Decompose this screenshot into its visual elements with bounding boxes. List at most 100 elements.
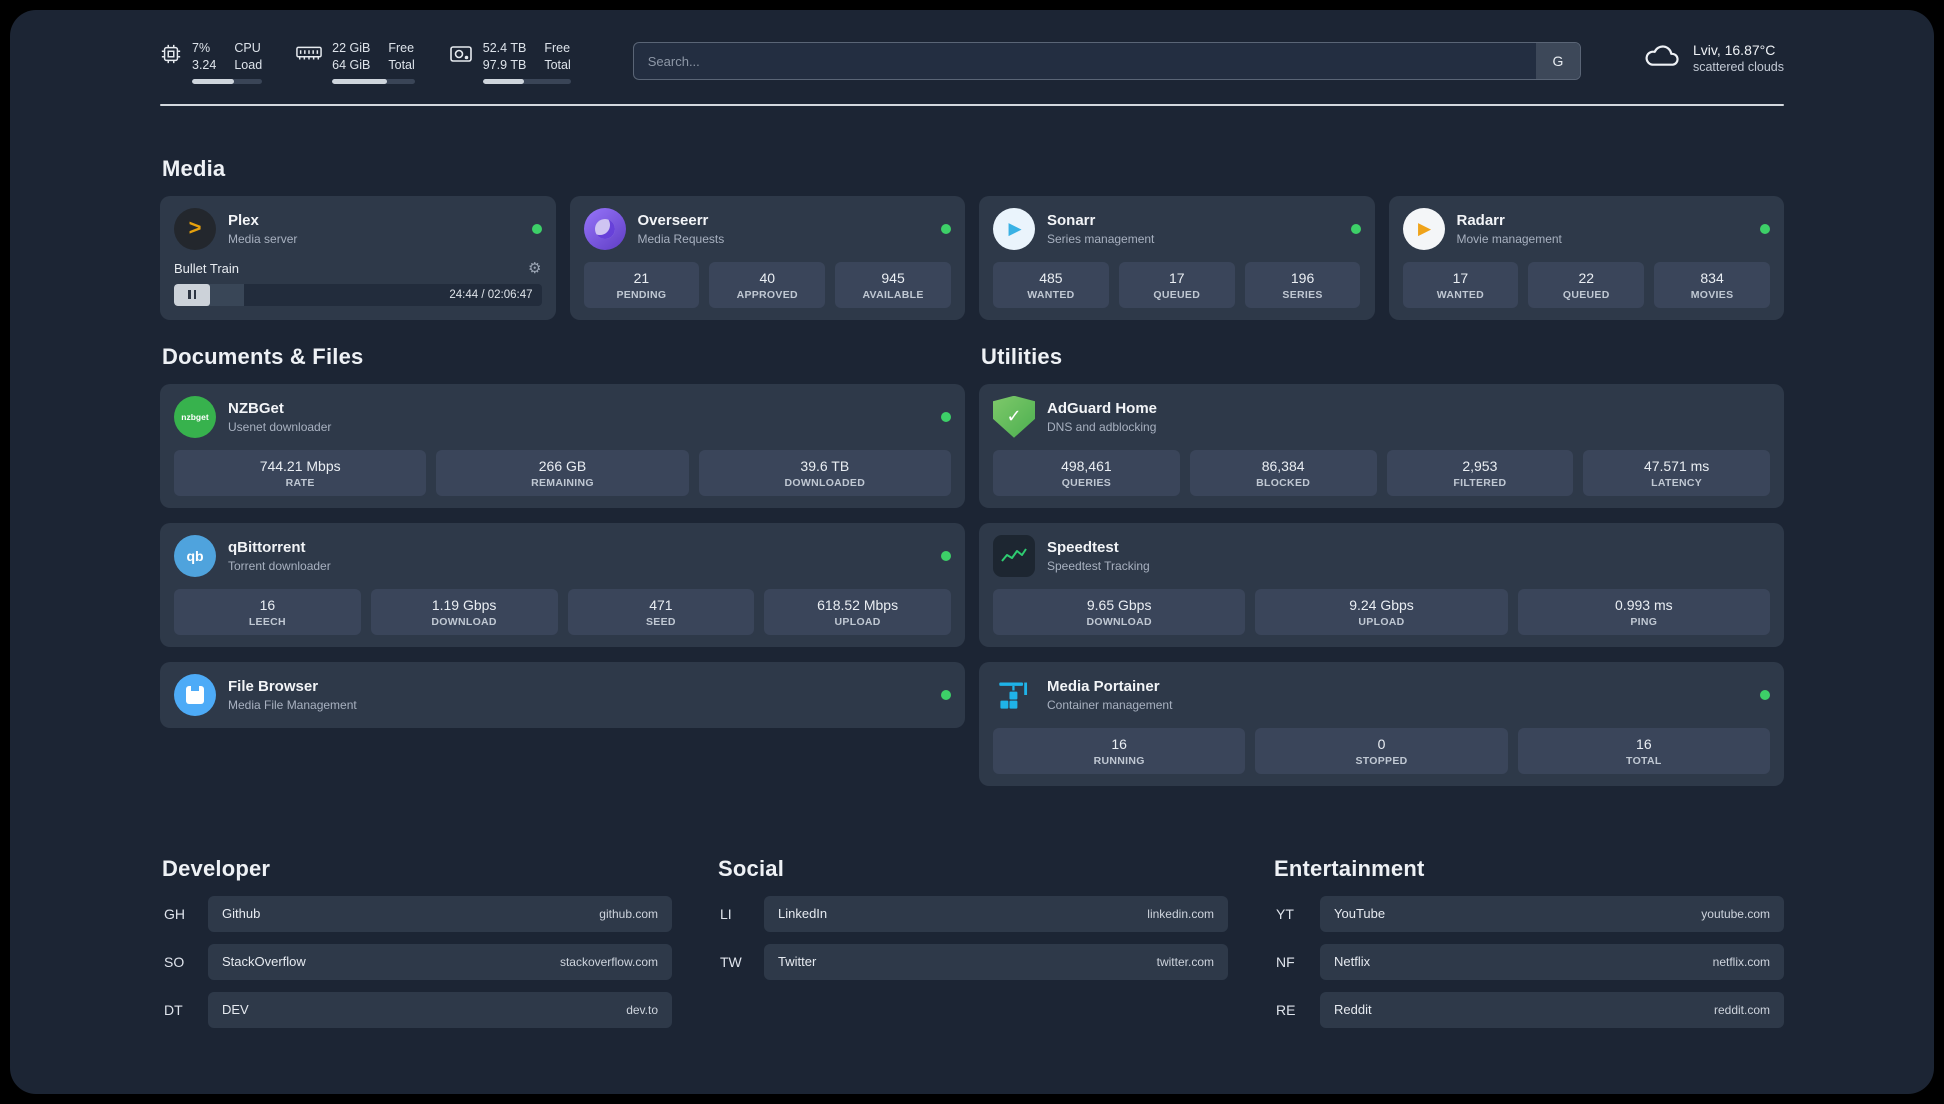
- card-subtitle: Container management: [1047, 697, 1173, 712]
- card-title: Speedtest: [1047, 538, 1119, 556]
- search-bar: G: [632, 42, 1581, 80]
- bookmark-row: NF Netflix netflix.com: [1272, 943, 1784, 980]
- card-subtitle: Torrent downloader: [228, 558, 331, 573]
- cpu-label: CPU: [234, 41, 261, 55]
- card-filebrowser[interactable]: File Browser Media File Management: [160, 661, 965, 728]
- playback-progress-bar[interactable]: 24:44 / 02:06:47: [174, 283, 542, 306]
- section-title-utilities: Utilities: [981, 343, 1063, 369]
- stat-tile: 266 GB REMAINING: [436, 449, 689, 496]
- status-dot: [531, 223, 542, 234]
- status-dot: [941, 689, 951, 700]
- weather-widget: Lviv, 16.87°C scattered clouds: [1643, 42, 1784, 74]
- stat-tile: 485 WANTED: [993, 261, 1109, 308]
- pause-button[interactable]: [174, 283, 210, 306]
- status-dot: [941, 223, 951, 234]
- bookmark-link-stackoverflow[interactable]: StackOverflow stackoverflow.com: [208, 943, 672, 980]
- bookmark-link-youtube[interactable]: YouTube youtube.com: [1320, 895, 1784, 932]
- bookmark-link-dev[interactable]: DEV dev.to: [208, 991, 672, 1028]
- card-title: Sonarr: [1047, 211, 1096, 229]
- bookmark-row: SO StackOverflow stackoverflow.com: [160, 943, 672, 980]
- stat-tile: 47.571 ms LATENCY: [1583, 449, 1770, 496]
- bookmark-link-linkedin[interactable]: LinkedIn linkedin.com: [764, 895, 1228, 932]
- card-nzbget[interactable]: NZBGet Usenet downloader 744.21 Mbps RAT…: [160, 383, 965, 508]
- bookmark-group-developer: Developer GH Github github.com SO StackO…: [160, 832, 672, 1040]
- bookmark-row: DT DEV dev.to: [160, 991, 672, 1028]
- cpu-usage-value: 7%: [192, 41, 211, 55]
- stat-tile: 196 SERIES: [1244, 261, 1361, 308]
- card-title: AdGuard Home: [1047, 399, 1158, 417]
- card-speedtest[interactable]: Speedtest Speedtest Tracking 9.65 Gbps D…: [979, 522, 1784, 647]
- card-plex[interactable]: Plex Media server Bullet Train 24:44 / 0…: [160, 195, 556, 320]
- card-adguard[interactable]: AdGuard Home DNS and adblocking 498,461 …: [979, 383, 1784, 508]
- stat-tile: 9.24 Gbps UPLOAD: [1255, 588, 1508, 635]
- stat-tile: 40 APPROVED: [709, 261, 826, 308]
- stat-tile: 0.993 ms PING: [1517, 588, 1770, 635]
- search-input[interactable]: [632, 42, 1581, 80]
- section-title-developer: Developer: [162, 855, 271, 881]
- stat-tile: 9.65 Gbps DOWNLOAD: [993, 588, 1246, 635]
- gear-icon[interactable]: [528, 261, 541, 276]
- cpu-stat: 7% 3.24 CPU Load: [160, 40, 263, 84]
- card-qbittorrent[interactable]: qBittorrent Torrent downloader 16 LEECH: [160, 522, 965, 647]
- section-title-documents: Documents & Files: [162, 343, 364, 369]
- media-grid: Plex Media server Bullet Train 24:44 / 0…: [160, 195, 1784, 320]
- cpu-load-label: Load: [234, 57, 263, 72]
- stat-tile: 618.52 Mbps UPLOAD: [764, 588, 951, 635]
- disk-free-value: 52.4 TB: [482, 41, 527, 55]
- cpu-load-value: 3.24: [192, 57, 217, 72]
- stat-tile: 16 TOTAL: [1517, 727, 1770, 774]
- card-subtitle: Speedtest Tracking: [1047, 558, 1150, 573]
- weather-location: Lviv, 16.87°C: [1692, 42, 1776, 58]
- bookmark-abbr: LI: [720, 905, 732, 922]
- stat-tile: 16 LEECH: [174, 588, 361, 635]
- bookmark-abbr: DT: [164, 1001, 183, 1018]
- card-title: Media Portainer: [1047, 677, 1160, 695]
- bookmark-link-twitter[interactable]: Twitter twitter.com: [764, 943, 1228, 980]
- bookmark-abbr: SO: [164, 953, 185, 970]
- disk-progress-fill: [482, 78, 525, 84]
- stat-tile: 744.21 Mbps RATE: [174, 449, 427, 496]
- card-subtitle: Media server: [228, 231, 298, 246]
- disk-stat: 52.4 TB 97.9 TB Free Total: [449, 40, 571, 84]
- ram-icon: [296, 43, 322, 68]
- card-subtitle: Media Requests: [637, 231, 725, 246]
- bookmark-abbr: YT: [1276, 905, 1294, 922]
- stat-tile: 16 RUNNING: [993, 727, 1246, 774]
- disk-progress-bar: [482, 78, 571, 84]
- section-title-media: Media: [162, 155, 226, 181]
- bookmark-abbr: RE: [1276, 1001, 1296, 1018]
- stat-tile: 471 SEED: [567, 588, 755, 635]
- ram-total-value: 64 GiB: [332, 57, 371, 72]
- stat-tile: 834 MOVIES: [1654, 261, 1770, 308]
- stat-tile: 498,461 QUERIES: [993, 449, 1180, 496]
- qbittorrent-icon: [174, 534, 216, 577]
- bookmark-row: GH Github github.com: [160, 895, 672, 932]
- ram-progress-fill: [332, 78, 387, 84]
- card-portainer[interactable]: Media Portainer Container management 16 …: [979, 661, 1784, 786]
- bookmark-abbr: GH: [164, 905, 185, 922]
- bookmark-row: RE Reddit reddit.com: [1272, 991, 1784, 1028]
- bookmark-abbr: TW: [720, 953, 742, 970]
- playback-time: 24:44 / 02:06:47: [449, 288, 533, 301]
- card-title: Overseerr: [637, 211, 709, 229]
- stat-tile: 945 AVAILABLE: [835, 261, 951, 308]
- disk-total-value: 97.9 TB: [482, 57, 527, 72]
- plex-icon: [174, 207, 216, 250]
- bookmark-link-reddit[interactable]: Reddit reddit.com: [1320, 991, 1784, 1028]
- bookmark-link-github[interactable]: Github github.com: [208, 895, 672, 932]
- card-sonarr[interactable]: Sonarr Series management 485 WANTED 17 Q…: [979, 195, 1375, 320]
- weather-condition: scattered clouds: [1692, 60, 1784, 74]
- card-overseerr[interactable]: Overseerr Media Requests 21 PENDING 40 A…: [569, 195, 965, 320]
- card-radarr[interactable]: Radarr Movie management 17 WANTED 22 QUE…: [1388, 195, 1784, 320]
- card-subtitle: Usenet downloader: [228, 419, 332, 434]
- disk-total-label: Total: [544, 57, 571, 72]
- radarr-icon: [1402, 207, 1445, 250]
- bookmark-link-netflix[interactable]: Netflix netflix.com: [1320, 943, 1784, 980]
- search-engine-button[interactable]: G: [1535, 43, 1580, 79]
- stat-tile: 22 QUEUED: [1528, 261, 1645, 308]
- card-title: qBittorrent: [228, 538, 306, 556]
- card-subtitle: Series management: [1047, 231, 1155, 246]
- bookmark-group-social: Social LI LinkedIn linkedin.com TW Twitt…: [716, 832, 1228, 1040]
- ram-progress-bar: [332, 78, 415, 84]
- stat-tile: 39.6 TB DOWNLOADED: [698, 449, 951, 496]
